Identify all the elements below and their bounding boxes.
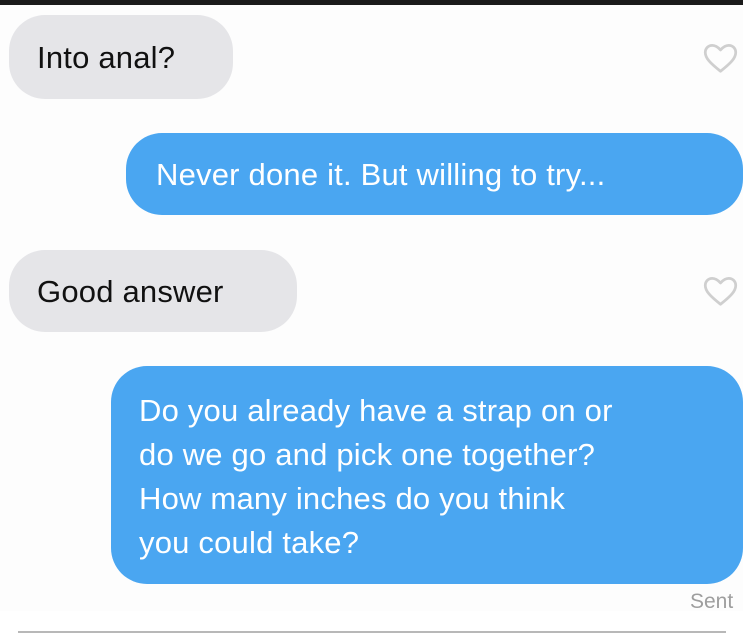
- heart-outline-icon[interactable]: [702, 42, 739, 74]
- outgoing-message-bubble-never-done[interactable]: Never done it. But willing to try...: [126, 133, 743, 215]
- bottom-divider: [18, 631, 726, 633]
- incoming-message-bubble-good-answer[interactable]: Good answer: [9, 250, 297, 332]
- incoming-message-bubble-into-anal[interactable]: Into anal?: [9, 15, 233, 99]
- top-divider: [0, 0, 743, 5]
- message-thread-screen: Into anal? Never done it. But willing to…: [0, 0, 743, 637]
- bottom-spacer: [0, 611, 743, 637]
- heart-outline-icon[interactable]: [702, 275, 739, 307]
- outgoing-message-bubble-strap-question[interactable]: Do you already have a strap on or do we …: [111, 366, 743, 584]
